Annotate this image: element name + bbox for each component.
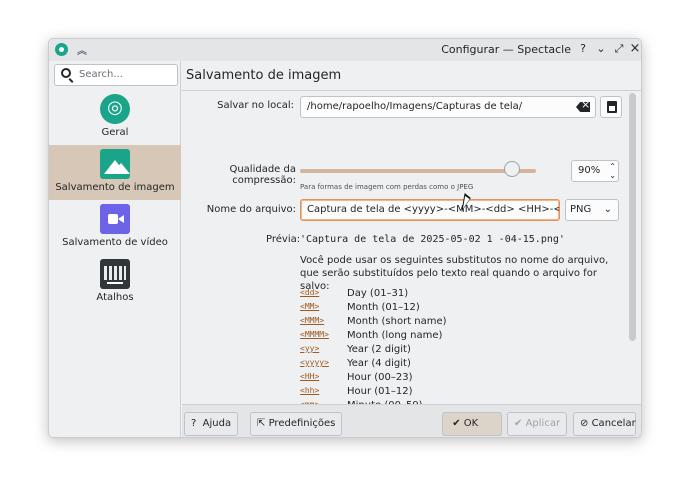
compression-value: 90% bbox=[578, 165, 601, 176]
substitution-description: Hour (01–12) bbox=[347, 386, 413, 397]
sidebar-item-label: Salvamento de imagem bbox=[55, 182, 175, 193]
restore-defaults-icon: ⇱ bbox=[257, 418, 266, 429]
browse-folder-button[interactable] bbox=[600, 96, 622, 118]
substitution-description: Day (01–31) bbox=[347, 288, 409, 299]
search-placeholder: Search... bbox=[79, 69, 123, 80]
title-bar: ︽ Configurar — Spectacle ? ⌄ ⤢ × bbox=[49, 39, 641, 61]
substitution-code-link[interactable]: <yyyy> bbox=[300, 358, 329, 367]
folder-icon bbox=[607, 101, 617, 113]
dialog-footer: ? Ajuda ⇱ Predefinições ✔ OK ✔ Aplicar ⊘… bbox=[182, 404, 641, 437]
preview-value: 'Captura de tela de 2025-05-02 1 -04-15.… bbox=[300, 234, 565, 245]
clear-text-icon[interactable] bbox=[576, 102, 590, 112]
video-camera-icon bbox=[100, 204, 130, 234]
substitution-description: Month (short name) bbox=[347, 316, 447, 327]
compression-slider-handle[interactable] bbox=[504, 161, 521, 177]
format-select[interactable]: PNG ⌄ bbox=[565, 199, 619, 221]
format-value: PNG bbox=[570, 204, 592, 215]
substitution-code-link[interactable]: <HH> bbox=[300, 372, 319, 381]
sidebar: Search... Geral Salvamento de imagem Sal… bbox=[49, 61, 181, 437]
substitution-description: Year (4 digit) bbox=[347, 358, 411, 369]
settings-circle-icon bbox=[100, 94, 130, 124]
substitution-code-link[interactable]: <yy> bbox=[300, 344, 319, 353]
scrollbar[interactable] bbox=[629, 91, 636, 403]
filename-value: Captura de tela de <yyyy>-<MM>-<dd> <HH>… bbox=[307, 204, 559, 215]
cancel-label: Cancelar bbox=[591, 418, 636, 429]
substitution-code-link[interactable]: <MMMM> bbox=[300, 330, 329, 339]
spectacle-app-icon bbox=[55, 43, 68, 56]
scrollbar-thumb[interactable] bbox=[629, 93, 636, 341]
save-location-field[interactable]: /home/rapoelho/Imagens/Capturas de tela/ bbox=[300, 96, 596, 118]
spin-arrows-icon[interactable]: ⌃ ⌄ bbox=[609, 162, 616, 180]
substitution-code-link[interactable]: <hh> bbox=[300, 386, 319, 395]
defaults-button[interactable]: ⇱ Predefinições bbox=[250, 412, 343, 436]
cancel-icon: ⊘ bbox=[580, 418, 589, 429]
sidebar-item-label: Geral bbox=[101, 127, 129, 138]
settings-window: ︽ Configurar — Spectacle ? ⌄ ⤢ × Search.… bbox=[48, 38, 642, 438]
substitution-description: Hour (00–23) bbox=[347, 372, 413, 383]
help-button[interactable]: ? Ajuda bbox=[184, 412, 239, 436]
help-window-button[interactable]: ? bbox=[575, 41, 591, 57]
search-input[interactable]: Search... bbox=[54, 64, 178, 86]
page-title: Salvamento de imagem bbox=[186, 68, 342, 83]
image-icon bbox=[100, 149, 130, 179]
check-icon: ✔ bbox=[452, 418, 461, 429]
sidebar-item-label: Atalhos bbox=[96, 292, 134, 303]
settings-content: Salvar no local: /home/rapoelho/Imagens/… bbox=[182, 92, 641, 404]
ok-button[interactable]: ✔ OK bbox=[442, 412, 502, 436]
preview-label: Prévia: bbox=[266, 234, 301, 245]
compression-label: Qualidade da compressão: bbox=[229, 164, 296, 186]
sidebar-item-geral[interactable]: Geral bbox=[49, 90, 181, 145]
substitution-description: Month (long name) bbox=[347, 330, 443, 341]
check-icon: ✔ bbox=[514, 418, 523, 429]
substitution-description: Year (2 digit) bbox=[347, 344, 411, 355]
filename-label: Nome do arquivo: bbox=[206, 204, 296, 215]
save-location-label: Salvar no local: bbox=[217, 100, 294, 111]
chevron-double-up-icon[interactable]: ︽ bbox=[77, 42, 87, 57]
compression-slider[interactable] bbox=[300, 169, 536, 173]
substitution-code-link[interactable]: <MM> bbox=[300, 302, 319, 311]
keyboard-icon bbox=[100, 259, 130, 289]
sidebar-item-salvamento-video[interactable]: Salvamento de vídeo bbox=[49, 200, 181, 255]
close-button[interactable]: × bbox=[627, 41, 641, 57]
window-title: Configurar — Spectacle bbox=[441, 43, 571, 56]
page-header: Salvamento de imagem bbox=[182, 61, 641, 91]
search-icon bbox=[61, 68, 71, 78]
substitution-description: Month (01–12) bbox=[347, 302, 420, 313]
compression-hint: Para formas de imagem com perdas como o … bbox=[300, 183, 474, 191]
sidebar-item-salvamento-imagem[interactable]: Salvamento de imagem bbox=[49, 145, 181, 200]
help-label: Ajuda bbox=[202, 418, 232, 429]
apply-button[interactable]: ✔ Aplicar bbox=[507, 412, 567, 436]
save-location-value: /home/rapoelho/Imagens/Capturas de tela/ bbox=[307, 101, 523, 112]
minimize-button[interactable]: ⌄ bbox=[593, 41, 609, 57]
chevron-down-icon: ⌄ bbox=[603, 204, 612, 215]
apply-label: Aplicar bbox=[525, 418, 561, 429]
filename-input[interactable]: Captura de tela de <yyyy>-<MM>-<dd> <HH>… bbox=[300, 199, 560, 221]
substitution-code-link[interactable]: <dd> bbox=[300, 288, 319, 297]
compression-spinbox[interactable]: 90% ⌃ ⌄ bbox=[571, 160, 619, 182]
help-icon: ? bbox=[191, 418, 197, 429]
sidebar-item-atalhos[interactable]: Atalhos bbox=[49, 255, 181, 310]
defaults-label: Predefinições bbox=[268, 418, 336, 429]
substitution-code-link[interactable]: <MMM> bbox=[300, 316, 324, 325]
sidebar-item-label: Salvamento de vídeo bbox=[62, 237, 168, 248]
ok-label: OK bbox=[463, 418, 479, 429]
cancel-button[interactable]: ⊘ Cancelar bbox=[573, 412, 636, 436]
maximize-button[interactable]: ⤢ bbox=[611, 41, 627, 57]
